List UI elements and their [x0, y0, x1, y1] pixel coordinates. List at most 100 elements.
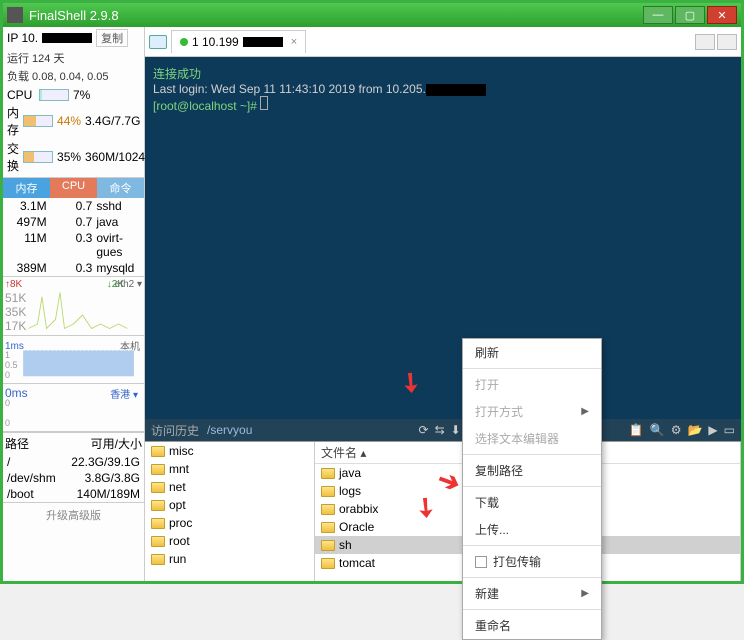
tab-close-icon[interactable]: × — [291, 36, 297, 48]
folder-open-icon[interactable]: 📂 — [687, 423, 702, 437]
titlebar[interactable]: FinalShell 2.9.8 — ▢ ✕ — [3, 3, 741, 27]
ctx-upload[interactable]: 上传... — [463, 516, 601, 543]
hist-label: 访问历史 — [151, 422, 199, 439]
sync-icon[interactable]: ⇆ — [435, 423, 445, 437]
term-line: [root@localhost ~]# — [153, 96, 733, 113]
folder-icon — [151, 518, 165, 529]
mem-pct: 44% — [57, 114, 81, 128]
list-view-icon[interactable] — [717, 34, 737, 50]
term-line: 连接成功 — [153, 65, 733, 82]
folder-icon — [321, 468, 335, 479]
db-icon[interactable]: ▭ — [724, 423, 735, 437]
mem-bar — [23, 115, 53, 127]
process-row[interactable]: 3.1M0.7sshd — [3, 198, 144, 214]
file-row[interactable]: mnt — [145, 460, 314, 478]
file-col-name[interactable]: 文件名 ▴ — [321, 444, 478, 461]
ctx-new[interactable]: 新建▶ — [463, 580, 601, 607]
copy-button[interactable]: 复制 — [96, 29, 128, 47]
process-row[interactable]: 11M0.3ovirt-gues — [3, 230, 144, 260]
ctx-pack[interactable]: 打包传输 — [463, 548, 601, 575]
file-row[interactable]: root — [145, 532, 314, 550]
file-row[interactable]: orabbix — [315, 500, 484, 518]
file-browser: miscmntnetoptprocrootrun 文件名 ▴ javalogso… — [145, 441, 741, 581]
tab-bar: 1 10.199 × — [145, 27, 741, 57]
cpu-label: CPU — [7, 88, 35, 102]
folder-icon — [321, 540, 335, 551]
refresh-icon[interactable]: ⟳ — [419, 423, 429, 437]
history-bar: 访问历史 /servyou ⟳ ⇆ ⬇ ⬆ 📋 🔍 ⚙ 📂 ▶ ▭ — [145, 419, 741, 441]
folder-icon — [321, 522, 335, 533]
network-chart: ↑8K ↓2K eth2 ▾ 51K 35K 17K — [3, 276, 144, 336]
grid-view-icon[interactable] — [695, 34, 715, 50]
file-row[interactable]: Oracle — [315, 518, 484, 536]
file-row[interactable]: java — [315, 464, 484, 482]
latency-chart-local: 1ms 本机 1 0.5 0 — [3, 336, 144, 384]
disk-h1: 路径 — [5, 435, 91, 452]
play-icon[interactable]: ▶ — [708, 423, 717, 437]
latency-chart-hk: 0ms 香港 ▾ 0 0 — [3, 384, 144, 432]
disk-table: 路径 可用/大小 /22.3G/39.1G/dev/shm3.8G/3.8G/b… — [3, 432, 144, 502]
folder-icon — [151, 482, 165, 493]
file-row[interactable]: opt — [145, 496, 314, 514]
folder-icon — [321, 558, 335, 569]
file-row[interactable]: net — [145, 478, 314, 496]
lat2-region-dropdown[interactable]: 香港 ▾ — [110, 386, 138, 401]
col-cmd[interactable]: 命令 — [97, 178, 144, 198]
minimize-button[interactable]: — — [643, 6, 673, 24]
folder-icon — [151, 500, 165, 511]
net-up: ↑8K — [5, 279, 22, 290]
status-dot-icon — [180, 38, 188, 46]
term-line: Last login: Wed Sep 11 11:43:10 2019 fro… — [153, 82, 733, 96]
process-row[interactable]: 389M0.3mysqld — [3, 260, 144, 276]
folder-icon[interactable] — [149, 35, 167, 49]
ctx-rename[interactable]: 重命名 — [463, 612, 601, 639]
close-button[interactable]: ✕ — [707, 6, 737, 24]
disk-row[interactable]: /22.3G/39.1G — [3, 454, 144, 470]
ctx-download[interactable]: 下载 — [463, 489, 601, 516]
upgrade-link[interactable]: 升级高级版 — [3, 502, 144, 527]
disk-row[interactable]: /boot140M/189M — [3, 486, 144, 502]
file-row[interactable]: tomcat — [315, 554, 484, 572]
load-text: 负载 0.08, 0.04, 0.05 — [3, 67, 144, 85]
ctx-refresh[interactable]: 刷新 — [463, 339, 601, 366]
checkbox-icon[interactable] — [475, 556, 487, 568]
folder-icon — [151, 464, 165, 475]
file-row[interactable]: logs — [315, 482, 484, 500]
cpu-pct: 7% — [73, 88, 90, 102]
iface-dropdown[interactable]: eth2 ▾ — [115, 279, 142, 290]
mem-val: 3.4G/7.7G — [85, 114, 140, 128]
folder-icon — [321, 486, 335, 497]
search-icon[interactable]: 🔍 — [650, 423, 665, 437]
ip-masked — [42, 33, 92, 43]
ctx-editor[interactable]: 选择文本编辑器 — [463, 425, 601, 452]
file-row[interactable]: misc — [145, 442, 314, 460]
ctx-open[interactable]: 打开 — [463, 371, 601, 398]
disk-row[interactable]: /dev/shm3.8G/3.8G — [3, 470, 144, 486]
swap-bar — [23, 151, 53, 163]
file-row[interactable]: run — [145, 550, 314, 568]
app-icon — [7, 7, 23, 23]
ctx-open-with[interactable]: 打开方式▶ — [463, 398, 601, 425]
col-mem[interactable]: 内存 — [3, 178, 50, 198]
file-row[interactable]: proc — [145, 514, 314, 532]
gear-icon[interactable]: ⚙ — [671, 423, 682, 437]
folder-icon — [151, 536, 165, 547]
swap-pct: 35% — [57, 150, 81, 164]
cpu-bar — [39, 89, 69, 101]
copy-icon[interactable]: 📋 — [629, 423, 644, 437]
file-row[interactable]: sh — [315, 536, 484, 554]
disk-h2: 可用/大小 — [91, 435, 142, 452]
hist-path[interactable]: /servyou — [207, 423, 252, 437]
ip-label: IP 10. — [7, 31, 38, 45]
tab-label: 1 10.199 — [192, 35, 239, 49]
folder-icon — [151, 554, 165, 565]
terminal[interactable]: 连接成功 Last login: Wed Sep 11 11:43:10 201… — [145, 57, 741, 419]
process-row[interactable]: 497M0.7java — [3, 214, 144, 230]
col-cpu[interactable]: CPU — [50, 178, 97, 198]
process-table: 内存 CPU 命令 3.1M0.7sshd497M0.7java11M0.3ov… — [3, 177, 144, 276]
download-icon[interactable]: ⬇ — [451, 423, 461, 437]
annotation-arrow: ➘ — [393, 364, 430, 402]
ctx-copy-path[interactable]: 复制路径 — [463, 457, 601, 484]
maximize-button[interactable]: ▢ — [675, 6, 705, 24]
session-tab[interactable]: 1 10.199 × — [171, 30, 306, 53]
